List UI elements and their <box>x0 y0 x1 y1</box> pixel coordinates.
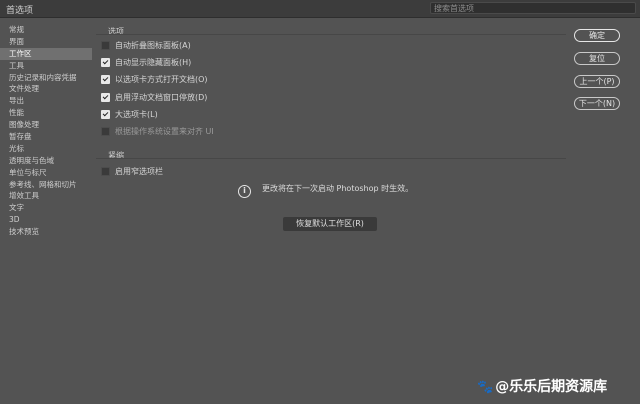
sidebar-item[interactable]: 技术预览 <box>0 226 92 238</box>
info-circle-icon: i <box>238 185 251 198</box>
checkbox-row[interactable]: 启用窄选项栏 <box>101 166 163 177</box>
sidebar-item[interactable]: 文字 <box>0 202 92 214</box>
sidebar-item[interactable]: 透明度与色域 <box>0 155 92 167</box>
checkbox-icon[interactable] <box>101 109 110 119</box>
reset-button[interactable]: 复位 <box>574 52 620 65</box>
sidebar: 常规 界面 工作区 工具 历史记录和内容凭据 文件处理 导出 性能 图像处理 暂存盘 光标 透明度与色… <box>0 24 92 238</box>
compact-divider <box>96 158 566 159</box>
next-button[interactable]: 下一个(N) <box>574 97 620 110</box>
checkbox-label: 启用浮动文档窗口停放(D) <box>115 92 208 102</box>
watermark-text: @乐乐后期资源库 <box>495 379 608 395</box>
checkbox-icon[interactable] <box>101 41 110 50</box>
sidebar-item[interactable]: 图像处理 <box>0 119 92 131</box>
sidebar-item[interactable]: 文件处理 <box>0 83 92 95</box>
sidebar-item[interactable]: 3D <box>0 214 92 226</box>
sidebar-item[interactable]: 增效工具 <box>0 190 92 202</box>
checkbox-row[interactable]: 自动显示隐藏面板(H) <box>101 57 191 68</box>
ok-button[interactable]: 确定 <box>574 29 620 42</box>
sidebar-item[interactable]: 工具 <box>0 60 92 72</box>
watermark: 🐾 @乐乐后期资源库 <box>477 376 607 396</box>
prev-button[interactable]: 上一个(P) <box>574 75 620 88</box>
checkbox-row[interactable]: 启用浮动文档窗口停放(D) <box>101 92 207 103</box>
checkbox-row[interactable]: 自动折叠图标面板(A) <box>101 40 191 51</box>
checkbox-label: 自动显示隐藏面板(H) <box>115 58 192 68</box>
checkbox-label: 根据操作系统设置来对齐 UI <box>115 127 214 136</box>
sidebar-item[interactable]: 常规 <box>0 24 92 36</box>
options-divider <box>96 34 566 35</box>
checkbox-icon[interactable] <box>101 92 110 102</box>
sidebar-item[interactable]: 界面 <box>0 36 92 48</box>
window-title: 首选项 <box>6 6 34 16</box>
checkbox-row[interactable]: 大选项卡(L) <box>101 109 158 120</box>
sidebar-item[interactable]: 导出 <box>0 95 92 107</box>
sidebar-item[interactable]: 工作区 <box>0 47 92 60</box>
reset-workspace-button[interactable]: 恢复默认工作区(R) <box>283 217 377 231</box>
checkbox-label: 启用窄选项栏 <box>115 167 163 176</box>
checkbox-label: 以选项卡方式打开文档(O) <box>115 75 208 85</box>
sidebar-item[interactable]: 历史记录和内容凭据 <box>0 72 92 84</box>
info-message: 更改将在下一次启动 Photoshop 时生效。 <box>262 184 414 193</box>
title-bar: 首选项 搜索首选项 <box>0 0 640 18</box>
sidebar-item[interactable]: 性能 <box>0 107 92 119</box>
checkbox-icon[interactable] <box>101 127 110 136</box>
checkbox-icon[interactable] <box>101 75 110 85</box>
sidebar-item[interactable]: 单位与标尺 <box>0 167 92 179</box>
sidebar-item[interactable]: 光标 <box>0 143 92 155</box>
compact-section-label: 紧缩 <box>108 151 124 160</box>
checkbox-row[interactable]: 根据操作系统设置来对齐 UI <box>101 126 214 137</box>
checkbox-row[interactable]: 以选项卡方式打开文档(O) <box>101 74 208 85</box>
sidebar-item[interactable]: 参考线、网格和切片 <box>0 179 92 191</box>
checkbox-icon[interactable] <box>101 58 110 68</box>
sidebar-item[interactable]: 暂存盘 <box>0 131 92 143</box>
search-input[interactable]: 搜索首选项 <box>430 2 636 14</box>
checkbox-icon[interactable] <box>101 167 110 176</box>
paw-icon: 🐾 <box>477 380 494 395</box>
checkbox-label: 大选项卡(L) <box>115 109 158 119</box>
options-section-label: 选项 <box>108 27 124 36</box>
checkbox-label: 自动折叠图标面板(A) <box>115 41 191 50</box>
